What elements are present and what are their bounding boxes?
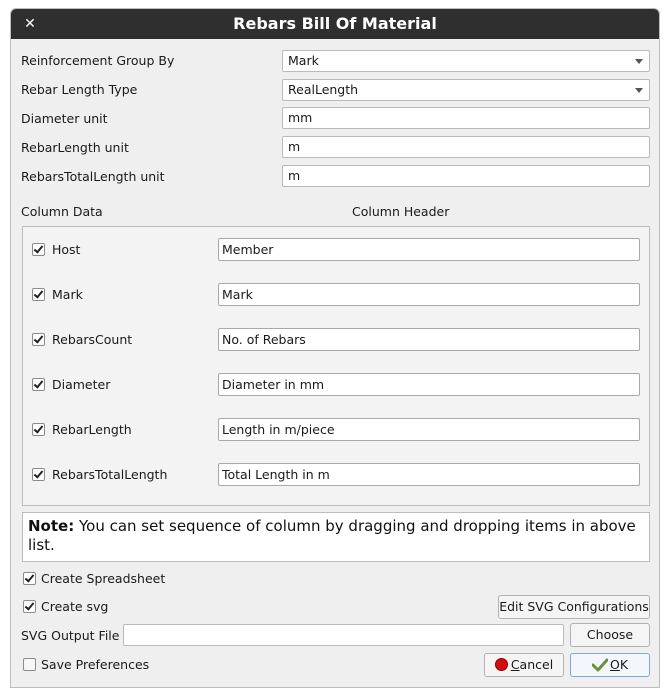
- list-item[interactable]: RebarLength Length in m/piece: [23, 418, 649, 442]
- note-bold: Note:: [28, 517, 75, 535]
- ok-icon: [591, 657, 609, 679]
- cancel-label: ancel: [519, 657, 554, 672]
- host-checkbox[interactable]: [32, 243, 45, 256]
- rebar-length-checkbox[interactable]: [32, 423, 45, 436]
- diameter-unit-field[interactable]: mm: [282, 107, 650, 129]
- create-svg-label: Create svg: [41, 599, 109, 614]
- ok-button[interactable]: OK: [570, 653, 650, 677]
- rebars-total-length-checkbox[interactable]: [32, 468, 45, 481]
- group-by-combo[interactable]: Mark: [282, 50, 650, 72]
- choose-button[interactable]: Choose: [570, 623, 650, 647]
- total-length-unit-label: RebarsTotalLength unit: [21, 169, 165, 184]
- chevron-down-icon: [635, 88, 643, 93]
- save-preferences-label: Save Preferences: [41, 657, 150, 672]
- column-header-field[interactable]: No. of Rebars: [218, 328, 640, 351]
- column-header-field[interactable]: Length in m/piece: [218, 418, 640, 441]
- column-name: RebarLength: [52, 422, 132, 437]
- total-length-unit-field[interactable]: m: [282, 165, 650, 187]
- list-item[interactable]: Host Member: [23, 238, 649, 262]
- group-by-label: Reinforcement Group By: [21, 53, 175, 68]
- create-svg-checkbox[interactable]: [23, 600, 36, 613]
- svg-output-label: SVG Output File: [21, 628, 120, 643]
- rebars-count-checkbox[interactable]: [32, 333, 45, 346]
- edit-svg-configurations-button[interactable]: Edit SVG Configurations: [498, 595, 650, 619]
- list-item[interactable]: RebarsTotalLength Total Length in m: [23, 463, 649, 487]
- svg-output-field[interactable]: [123, 624, 564, 646]
- column-name: RebarsCount: [52, 332, 133, 347]
- rebar-length-unit-label: RebarLength unit: [21, 140, 129, 155]
- column-header-field[interactable]: Member: [218, 238, 640, 261]
- create-spreadsheet-checkbox[interactable]: [23, 572, 36, 585]
- chevron-down-icon: [635, 59, 643, 64]
- save-preferences-checkbox[interactable]: [23, 658, 36, 671]
- create-spreadsheet-label: Create Spreadsheet: [41, 571, 166, 586]
- mark-checkbox[interactable]: [32, 288, 45, 301]
- column-name: Mark: [52, 287, 83, 302]
- title-bar: ✕ Rebars Bill Of Material: [11, 9, 659, 39]
- column-name: RebarsTotalLength: [52, 467, 168, 482]
- column-data-heading: Column Data: [21, 204, 103, 219]
- column-name: Diameter: [52, 377, 111, 392]
- columns-list[interactable]: Host Member Mark Mark RebarsCount No. of…: [22, 226, 650, 506]
- column-name: Host: [52, 242, 81, 257]
- list-item[interactable]: Mark Mark: [23, 283, 649, 307]
- diameter-checkbox[interactable]: [32, 378, 45, 391]
- length-type-value: RealLength: [288, 82, 359, 97]
- length-type-combo[interactable]: RealLength: [282, 79, 650, 101]
- ok-mnemonic: O: [609, 657, 620, 672]
- cancel-icon: [494, 658, 508, 671]
- dialog-title: Rebars Bill Of Material: [233, 14, 437, 33]
- group-by-value: Mark: [288, 53, 319, 68]
- list-item[interactable]: RebarsCount No. of Rebars: [23, 328, 649, 352]
- rebars-bom-dialog: ✕ Rebars Bill Of Material Reinforcement …: [10, 8, 660, 688]
- note-text: You can set sequence of column by draggi…: [28, 517, 636, 554]
- length-type-label: Rebar Length Type: [21, 82, 138, 97]
- column-header-field[interactable]: Total Length in m: [218, 463, 640, 486]
- rebar-length-unit-field[interactable]: m: [282, 136, 650, 158]
- note-box: Note: You can set sequence of column by …: [22, 512, 650, 562]
- cancel-mnemonic: C: [510, 657, 520, 672]
- column-header-field[interactable]: Diameter in mm: [218, 373, 640, 396]
- list-item[interactable]: Diameter Diameter in mm: [23, 373, 649, 397]
- ok-label: K: [619, 657, 629, 672]
- column-header-heading: Column Header: [352, 204, 450, 219]
- diameter-unit-label: Diameter unit: [21, 111, 108, 126]
- column-header-field[interactable]: Mark: [218, 283, 640, 306]
- cancel-button[interactable]: Cancel: [484, 653, 564, 677]
